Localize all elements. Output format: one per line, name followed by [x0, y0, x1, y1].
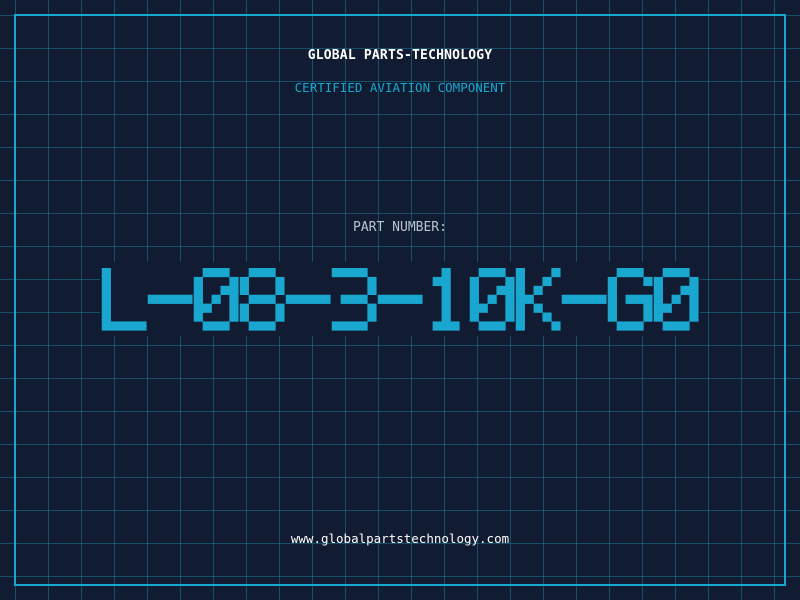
company-name: GLOBAL PARTS-TECHNOLOGY [307, 48, 493, 63]
part-number-label: PART NUMBER: [353, 220, 447, 235]
part-number-char [101, 268, 147, 331]
part-number-char [561, 294, 607, 304]
part-number-glyphs [101, 268, 699, 331]
part-number-char [469, 268, 515, 331]
certificate-canvas: GLOBAL PARTS-TECHNOLOGY CERTIFIED AVIATI… [0, 0, 800, 600]
part-number-char [432, 268, 460, 331]
website-url: www.globalpartstechnology.com [290, 531, 510, 546]
part-number-char [515, 268, 561, 331]
part-number-char [147, 294, 193, 304]
certification-subtitle: CERTIFIED AVIATION COMPONENT [294, 80, 506, 95]
part-number-display [100, 262, 700, 336]
part-number-char [285, 294, 331, 304]
part-number-char [653, 268, 699, 331]
part-number-char [607, 268, 653, 331]
part-number-char [239, 268, 285, 331]
part-number-char [331, 268, 377, 331]
part-number-char [193, 268, 239, 331]
part-number-char [377, 294, 423, 304]
part-number-pixel-text [101, 268, 699, 331]
